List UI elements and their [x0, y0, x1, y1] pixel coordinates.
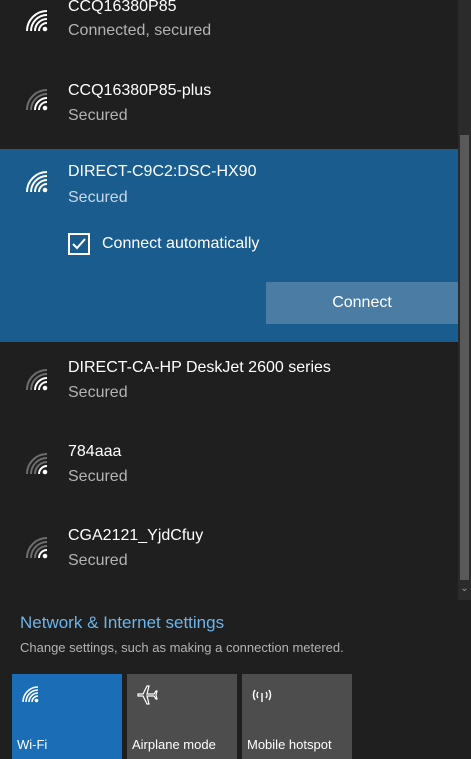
wifi-signal-icon: [21, 364, 57, 400]
wifi-signal-icon: [21, 532, 57, 568]
connect-automatically-checkbox[interactable]: Connect automatically: [68, 231, 259, 257]
network-item[interactable]: 784aaa Secured: [0, 426, 458, 510]
wifi-icon: [19, 682, 45, 708]
connect-button[interactable]: Connect: [266, 282, 458, 324]
mobile-hotspot-label: Mobile hotspot: [247, 737, 332, 752]
network-status: Connected, secured: [68, 22, 212, 39]
network-item[interactable]: CCQ16380P85-plus Secured: [0, 64, 458, 148]
quick-actions-bar: Wi-Fi Airplane mode Mobile hotspot: [0, 674, 471, 759]
wifi-tile-label: Wi-Fi: [17, 737, 48, 752]
network-name: 784aaa: [68, 443, 122, 460]
network-settings-link[interactable]: Network & Internet settings: [20, 613, 224, 633]
connect-automatically-label: Connect automatically: [102, 235, 260, 252]
network-name: CCQ16380P85: [68, 0, 177, 15]
wifi-toggle-tile[interactable]: Wi-Fi: [12, 674, 122, 759]
network-name: DIRECT-CA-HP DeskJet 2600 series: [68, 359, 331, 376]
network-status: Secured: [68, 189, 128, 206]
network-flyout: CCQ16380P85 Connected, secured CCQ16380P…: [0, 0, 471, 759]
wifi-signal-icon: [21, 84, 57, 120]
checkbox-box[interactable]: [68, 233, 90, 255]
scrollbar-thumb[interactable]: [460, 135, 469, 580]
airplane-mode-label: Airplane mode: [132, 737, 216, 752]
network-status: Secured: [68, 107, 128, 124]
network-list: CCQ16380P85 Connected, secured CCQ16380P…: [0, 0, 471, 600]
network-status: Secured: [68, 552, 128, 569]
checkmark-icon: [72, 238, 86, 250]
network-status: Secured: [68, 468, 128, 485]
network-status: Secured: [68, 384, 128, 401]
wifi-signal-icon: [21, 448, 57, 484]
network-item-selected[interactable]: DIRECT-C9C2:DSC-HX90 Secured Connect aut…: [0, 149, 458, 342]
airplane-icon: [134, 682, 160, 708]
scrollbar[interactable]: ⌄: [458, 0, 471, 600]
network-item[interactable]: CGA2121_YjdCfuy Secured: [0, 510, 458, 594]
network-name: CCQ16380P85-plus: [68, 82, 212, 99]
chevron-down-icon[interactable]: ⌄: [458, 582, 471, 596]
wifi-signal-icon: [21, 5, 57, 41]
wifi-signal-icon: [21, 166, 57, 202]
network-name: DIRECT-C9C2:DSC-HX90: [68, 163, 257, 180]
hotspot-icon: [249, 682, 275, 708]
network-name: CGA2121_YjdCfuy: [68, 527, 204, 544]
airplane-mode-tile[interactable]: Airplane mode: [127, 674, 237, 759]
network-item[interactable]: DIRECT-CA-HP DeskJet 2600 series Secured: [0, 342, 458, 426]
mobile-hotspot-tile[interactable]: Mobile hotspot: [242, 674, 352, 759]
network-settings-description: Change settings, such as making a connec…: [20, 640, 344, 655]
network-item[interactable]: CCQ16380P85 Connected, secured: [0, 0, 458, 44]
